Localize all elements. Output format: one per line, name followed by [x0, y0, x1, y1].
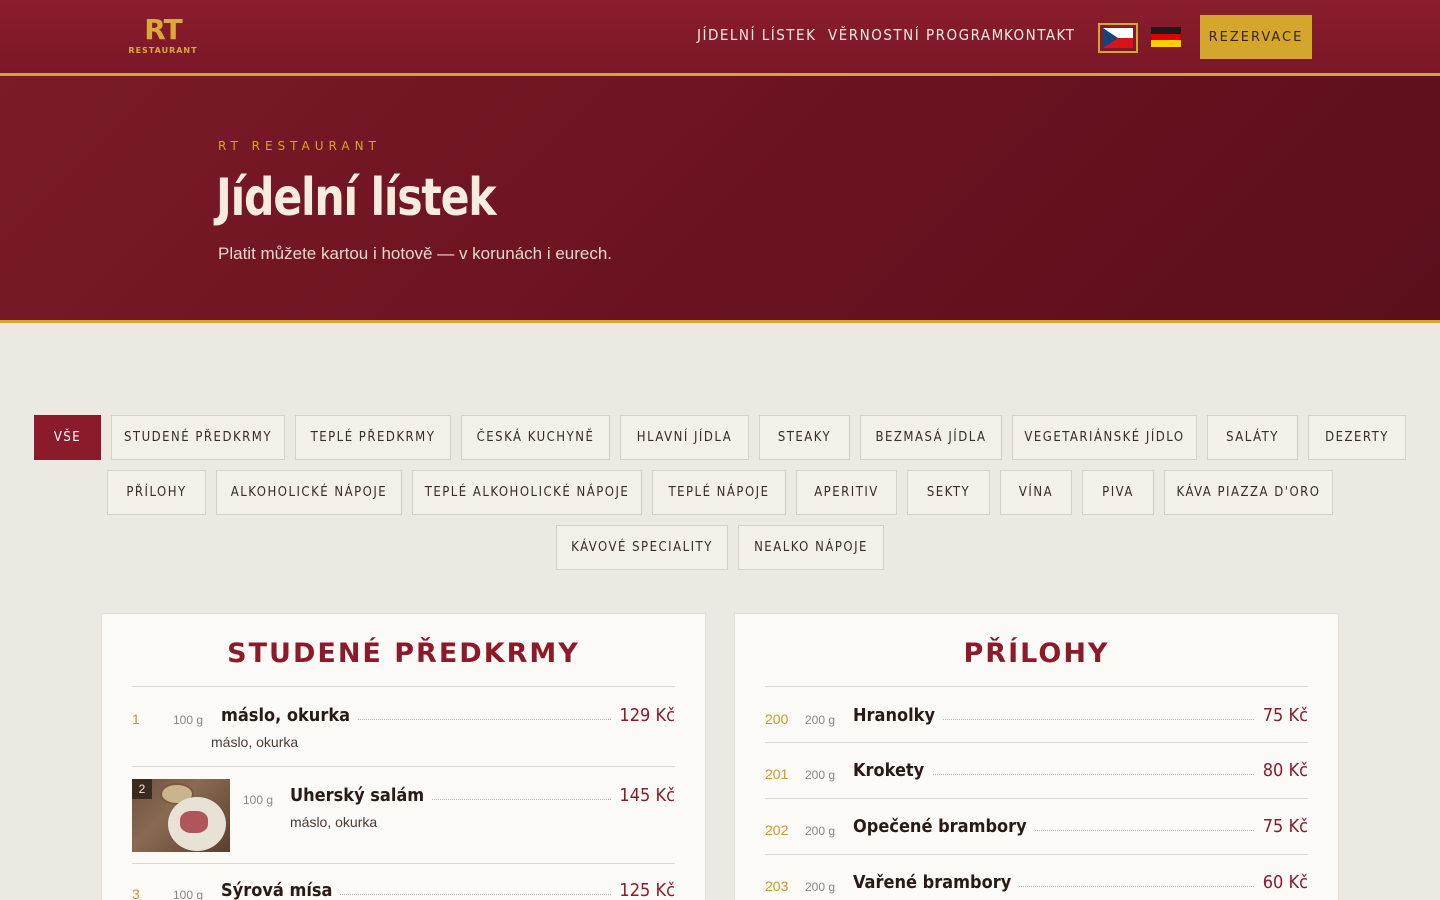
filter-sides[interactable]: PŘÍLOHY — [107, 470, 206, 515]
item-number: 202 — [765, 822, 789, 838]
item-number: 1 — [132, 711, 140, 727]
leader-dots — [885, 774, 1268, 775]
filter-meatless[interactable]: BEZMASÁ JÍDLA — [860, 415, 1002, 460]
item-price: 75 Kč — [1254, 816, 1308, 837]
item-weight: 200 g — [805, 880, 836, 894]
logo-mark: RT — [144, 13, 182, 46]
de-flag-icon[interactable] — [1151, 27, 1181, 47]
item-name: Krokety — [853, 760, 933, 781]
menu-item[interactable]: 201 200 g Krokety 80 Kč — [765, 742, 1308, 798]
filter-cold-starters[interactable]: STUDENÉ PŘEDKRMY — [111, 415, 285, 460]
item-weight: 200 g — [805, 713, 836, 727]
restaurant-logo[interactable]: RT RESTAURANT — [128, 13, 198, 56]
hero-banner: RT RESTAURANT Jídelní lístek Platit může… — [0, 76, 1440, 323]
menu-item[interactable]: 200 200 g Hranolky 75 Kč — [765, 686, 1308, 742]
filter-coffee-piazza[interactable]: KÁVA PIAZZA D'ORO — [1164, 470, 1333, 515]
top-navigation-bar: RT RESTAURANT JÍDELNÍ LÍSTEK VĚRNOSTNÍ P… — [0, 0, 1440, 76]
item-number: 201 — [765, 766, 789, 782]
menu-item[interactable]: 2 100 g Uherský salám 145 Kč máslo, okur… — [132, 766, 675, 863]
item-description: máslo, okurka — [290, 814, 378, 830]
filter-main-dishes[interactable]: HLAVNÍ JÍDLA — [620, 415, 749, 460]
menu-item[interactable]: 3 100 g Sýrová mísa 125 Kč — [132, 863, 675, 900]
hero-kicker: RT RESTAURANT — [218, 139, 381, 153]
item-name: Hranolky — [853, 705, 943, 726]
filter-hot-drinks[interactable]: TEPLÉ NÁPOJE — [652, 470, 786, 515]
item-weight: 100 g — [173, 888, 204, 900]
nav-item-loyalty[interactable]: VĚRNOSTNÍ PROGRAM — [828, 26, 1005, 44]
filter-all[interactable]: VŠE — [34, 415, 101, 460]
item-number: 203 — [765, 878, 789, 894]
filter-alcoholic-drinks[interactable]: ALKOHOLICKÉ NÁPOJE — [216, 470, 402, 515]
item-price: 129 Kč — [611, 705, 675, 726]
filter-czech-cuisine[interactable]: ČESKÁ KUCHYNĚ — [461, 415, 610, 460]
logo-wordmark: RESTAURANT — [128, 46, 198, 55]
reservation-button[interactable]: REZERVACE — [1200, 15, 1312, 59]
filter-hot-alcoholic-drinks[interactable]: TEPLÉ ALKOHOLICKÉ NÁPOJE — [412, 470, 642, 515]
item-name: Uherský salám — [290, 785, 433, 806]
filter-soft-drinks[interactable]: NEALKO NÁPOJE — [738, 525, 884, 570]
hero-subtitle: Platit můžete kartou i hotově — v koruná… — [218, 244, 613, 263]
menu-section-cold-starters: STUDENÉ PŘEDKRMY 1 100 g máslo, okurka 1… — [101, 613, 706, 900]
item-name: Opečené brambory — [853, 816, 1035, 837]
item-number: 3 — [132, 886, 140, 900]
item-price: 80 Kč — [1254, 760, 1308, 781]
menu-item[interactable]: 202 200 g Opečené brambory 75 Kč — [765, 798, 1308, 854]
item-price: 145 Kč — [611, 785, 675, 806]
filter-sparkling[interactable]: SEKTY — [907, 470, 990, 515]
nav-item-contact[interactable]: KONTAKT — [1004, 26, 1075, 44]
filter-aperitif[interactable]: APERITIV — [796, 470, 897, 515]
filter-vegetarian[interactable]: VEGETARIÁNSKÉ JÍDLO — [1012, 415, 1197, 460]
filter-wines[interactable]: VÍNA — [1000, 470, 1072, 515]
item-name: Sýrová mísa — [221, 880, 341, 900]
filter-coffee-specialties[interactable]: KÁVOVÉ SPECIALITY — [556, 525, 728, 570]
section-title: STUDENÉ PŘEDKRMY — [227, 638, 580, 669]
menu-section-sides: PŘÍLOHY 200 200 g Hranolky 75 Kč 201 200… — [734, 613, 1339, 900]
page-title: Jídelní lístek — [216, 168, 497, 228]
cz-flag-icon[interactable] — [1098, 23, 1138, 53]
item-price: 60 Kč — [1254, 872, 1308, 893]
section-title: PŘÍLOHY — [963, 638, 1110, 669]
filter-salads[interactable]: SALÁTY — [1207, 415, 1298, 460]
item-number: 2 — [132, 779, 152, 799]
item-price: 125 Kč — [611, 880, 675, 900]
item-weight: 100 g — [243, 793, 274, 807]
filter-desserts[interactable]: DEZERTY — [1308, 415, 1406, 460]
item-weight: 200 g — [805, 824, 836, 838]
item-name: Vařené brambory — [853, 872, 1020, 893]
item-name: máslo, okurka — [221, 705, 359, 726]
filter-steaks[interactable]: STEAKY — [759, 415, 850, 460]
filter-beers[interactable]: PIVA — [1082, 470, 1154, 515]
item-weight: 100 g — [173, 713, 204, 727]
item-weight: 200 g — [805, 768, 836, 782]
item-description: máslo, okurka — [211, 734, 299, 750]
item-number: 200 — [765, 711, 789, 727]
menu-item[interactable]: 203 200 g Vařené brambory 60 Kč — [765, 854, 1308, 900]
nav-item-menu[interactable]: JÍDELNÍ LÍSTEK — [697, 26, 816, 44]
item-price: 75 Kč — [1254, 705, 1308, 726]
filter-warm-starters[interactable]: TEPLÉ PŘEDKRMY — [295, 415, 451, 460]
menu-item[interactable]: 1 100 g máslo, okurka 129 Kč máslo, okur… — [132, 686, 675, 766]
item-photo[interactable]: 2 — [132, 779, 230, 852]
